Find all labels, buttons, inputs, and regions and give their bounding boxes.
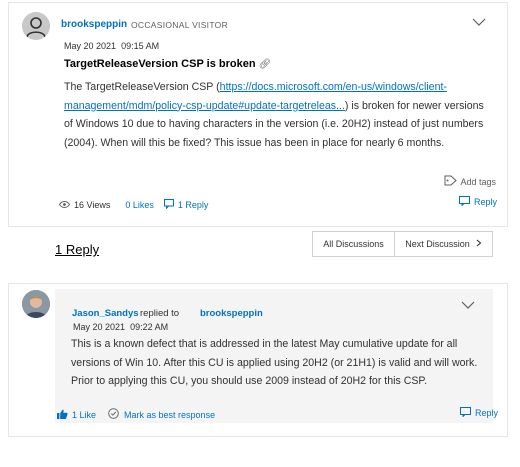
reply-icon (460, 407, 471, 419)
reply-options-chevron-down-icon[interactable] (461, 300, 475, 310)
next-discussion-button[interactable]: Next Discussion (395, 232, 492, 256)
post-body: The TargetReleaseVersion CSP (https://do… (64, 78, 494, 152)
chevron-right-icon (476, 239, 482, 249)
reply-reply-label: Reply (475, 408, 499, 418)
reply-likes-label: 1 Like (72, 409, 97, 420)
user-avatar-icon[interactable] (22, 12, 50, 40)
reply-body: This is a known defect that is addressed… (71, 338, 478, 387)
all-discussions-label: All Discussions (323, 239, 384, 249)
post-date: May 20 2021 (64, 41, 117, 51)
add-tags-label: Add tags (460, 176, 496, 187)
all-discussions-button[interactable]: All Discussions (313, 232, 395, 256)
post-subject-text: TargetReleaseVersion CSP is broken (64, 58, 256, 70)
reply-actions: 1 Like Mark as best response (57, 408, 215, 421)
add-tags-button[interactable]: Add tags (444, 175, 496, 188)
post-reply-button[interactable]: Reply (459, 196, 497, 208)
reply-icon (459, 196, 470, 208)
replies-heading-link[interactable]: 1 Reply (55, 242, 99, 257)
discussion-nav: All Discussions Next Discussion (312, 231, 493, 257)
replied-to-user-link[interactable]: brookspeppin (200, 308, 263, 319)
author-rank: OCCASIONAL VISITOR (131, 20, 229, 30)
post-author-link[interactable]: brookspeppin (61, 19, 127, 30)
next-discussion-label: Next Discussion (405, 239, 470, 249)
reply-reply-button[interactable]: Reply (460, 407, 498, 419)
reply-author-avatar[interactable] (22, 290, 50, 318)
tag-icon (444, 175, 458, 188)
reply-timestamp: May 20 2021 09:22 AM (73, 322, 168, 332)
replies-count-link[interactable]: 1 Reply (163, 199, 209, 211)
replied-to-label: replied to (140, 308, 180, 319)
link-icon[interactable]: 🔗︎ (259, 59, 272, 70)
post-stats: 16 Views 0 Likes 1 Reply (58, 199, 209, 211)
reply-time: 09:22 AM (130, 322, 169, 332)
post-reply-label: Reply (474, 197, 498, 207)
post-timestamp: May 20 2021 09:15 AM (64, 41, 159, 51)
comment-icon (163, 199, 174, 211)
post-time: 09:15 AM (121, 41, 160, 51)
views-count: 16 Views (58, 200, 111, 210)
best-response-label: Mark as best response (124, 409, 216, 420)
post-subject: TargetReleaseVersion CSP is broken 🔗︎ (64, 58, 271, 70)
eye-icon (58, 200, 71, 210)
post-options-chevron-down-icon[interactable] (472, 17, 486, 27)
views-label: 16 Views (74, 200, 111, 210)
reply-author-link[interactable]: Jason_Sandys (72, 308, 139, 319)
reply-like-button[interactable]: 1 Like (57, 409, 96, 421)
post-body-prefix: The TargetReleaseVersion CSP ( (64, 81, 220, 93)
likes-count-link[interactable]: 0 Likes (125, 200, 154, 210)
thumbs-up-icon (57, 409, 68, 421)
mark-best-response-button[interactable]: Mark as best response (108, 408, 215, 421)
replies-label: 1 Reply (177, 200, 209, 210)
reply-date: May 20 2021 (73, 322, 126, 332)
checkmark-circle-icon (108, 408, 119, 421)
